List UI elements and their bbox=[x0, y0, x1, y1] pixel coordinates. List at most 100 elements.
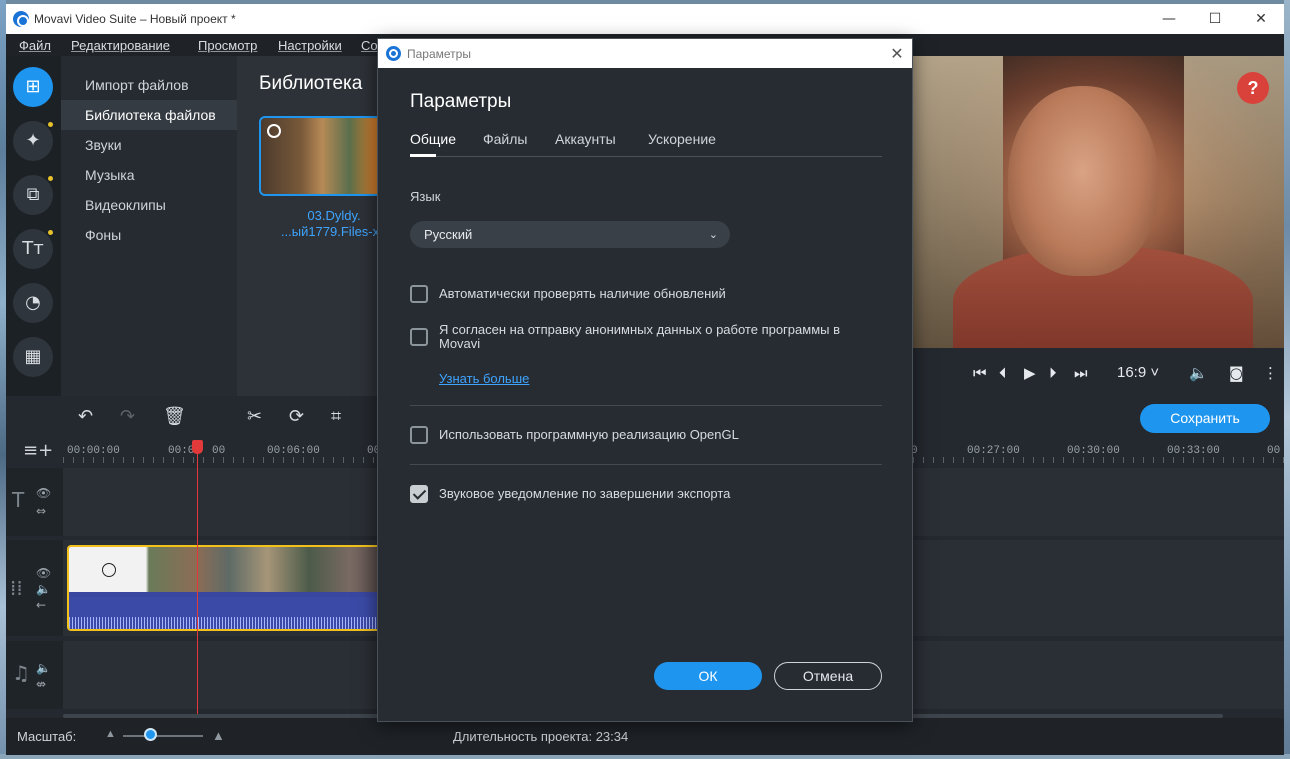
maximize-button[interactable]: ☐ bbox=[1192, 4, 1238, 34]
sidebar-item-backgrounds[interactable]: Фоны bbox=[61, 220, 237, 250]
rotate-icon[interactable]: ⟳ bbox=[289, 406, 304, 427]
export-sound-checkbox[interactable] bbox=[410, 485, 428, 503]
next-frame-icon[interactable]: ⏵ bbox=[1049, 364, 1057, 382]
sidebar-item-sounds[interactable]: Звуки bbox=[61, 130, 237, 160]
file-thumbnail[interactable] bbox=[259, 116, 377, 196]
aspect-ratio-select[interactable]: 16:9 ˅ bbox=[1117, 364, 1159, 381]
library-title: Библиотека bbox=[259, 73, 363, 94]
language-select[interactable]: Русский ⌄ bbox=[410, 221, 730, 248]
stickers-icon[interactable]: ◔ bbox=[13, 283, 53, 323]
visibility-icon[interactable]: 👁 bbox=[36, 566, 51, 580]
close-button[interactable]: ✕ bbox=[1238, 4, 1284, 34]
undo-icon[interactable]: ↶ bbox=[78, 406, 93, 427]
magic-wand-icon[interactable]: ✦ bbox=[13, 121, 53, 161]
sidebar-item-music[interactable]: Музыка bbox=[61, 160, 237, 190]
frame-subject bbox=[1008, 86, 1158, 276]
menu-edit[interactable]: Редактирование bbox=[71, 38, 170, 53]
import-sidebar: Импорт файлов Библиотека файлов Звуки Му… bbox=[61, 56, 237, 396]
tab-general[interactable]: Общие bbox=[410, 131, 456, 147]
volume-icon[interactable]: 🔈 bbox=[1189, 364, 1208, 382]
menu-more[interactable]: Со bbox=[361, 38, 378, 53]
sidebar-item-library[interactable]: Библиотека файлов bbox=[61, 100, 237, 130]
video-frame bbox=[913, 56, 1284, 356]
ruler-tick: 00:30:00 bbox=[1067, 445, 1120, 457]
crop-icon[interactable]: ⌗ bbox=[331, 406, 341, 427]
zoom-in-icon[interactable]: ▲ bbox=[212, 728, 225, 743]
window-title: Movavi Video Suite – Новый проект * bbox=[34, 12, 236, 26]
video-track-header: ⁞⁞ 👁 🔈 ← bbox=[6, 540, 63, 636]
cut-icon[interactable]: ✂ bbox=[247, 406, 262, 427]
play-icon[interactable]: ▶ bbox=[1024, 364, 1036, 382]
opengl-checkbox[interactable] bbox=[410, 426, 428, 444]
tab-files[interactable]: Файлы bbox=[483, 131, 527, 147]
clip-marker bbox=[102, 563, 116, 577]
delete-icon[interactable]: 🗑 bbox=[163, 406, 186, 427]
arrow-left-icon[interactable]: ← bbox=[36, 598, 46, 612]
sidebar-item-import[interactable]: Импорт файлов bbox=[61, 70, 237, 100]
file-name-line2: ...ый1779.Files-x.r bbox=[280, 224, 377, 239]
import-icon[interactable]: ⊞ bbox=[13, 67, 53, 107]
more-tools-icon[interactable]: ▦ bbox=[13, 337, 53, 377]
auto-update-checkbox[interactable] bbox=[410, 285, 428, 303]
movavi-logo-icon bbox=[386, 46, 401, 61]
select-radio[interactable] bbox=[267, 124, 281, 138]
zoom-slider[interactable] bbox=[123, 735, 203, 737]
titles-icon[interactable]: Tт bbox=[13, 229, 53, 269]
opengl-label[interactable]: Использовать программную реализацию Open… bbox=[439, 428, 884, 442]
title-bar: Movavi Video Suite – Новый проект * — ☐ … bbox=[6, 4, 1284, 34]
anonymous-data-label[interactable]: Я согласен на отправку анонимных данных … bbox=[439, 323, 884, 351]
file-name-line1: 03.Dyldy. bbox=[307, 208, 361, 223]
prev-frame-icon[interactable]: ⏴ bbox=[999, 364, 1007, 382]
language-value: Русский bbox=[424, 227, 473, 242]
title-track-icon: T bbox=[12, 488, 25, 512]
menu-settings[interactable]: Настройки bbox=[278, 38, 342, 53]
transitions-icon[interactable]: ⧉ bbox=[13, 175, 53, 215]
tab-acceleration[interactable]: Ускорение bbox=[648, 131, 716, 147]
video-clip[interactable] bbox=[67, 545, 387, 631]
auto-update-label[interactable]: Автоматически проверять наличие обновлен… bbox=[439, 287, 884, 301]
new-badge-dot bbox=[48, 122, 53, 127]
export-sound-label[interactable]: Звуковое уведомление по завершении экспо… bbox=[439, 487, 884, 501]
playhead[interactable] bbox=[197, 446, 198, 718]
zoom-label: Масштаб: bbox=[17, 729, 77, 744]
save-button[interactable]: Сохранить bbox=[1140, 404, 1270, 433]
anonymous-data-checkbox[interactable] bbox=[410, 328, 428, 346]
skip-end-icon[interactable]: ⏭ bbox=[1074, 364, 1088, 382]
help-button[interactable]: ? bbox=[1237, 72, 1269, 104]
ruler-tick: 00:27:00 bbox=[967, 445, 1020, 457]
tab-accounts[interactable]: Аккаунты bbox=[555, 131, 616, 147]
clip-audio-waveform bbox=[69, 597, 385, 629]
menu-file[interactable]: Файл bbox=[19, 38, 51, 53]
volume-icon[interactable]: 🔈 bbox=[36, 661, 51, 675]
visibility-icon[interactable]: 👁 bbox=[36, 486, 51, 500]
add-track-icon[interactable]: ≡+ bbox=[23, 440, 53, 461]
library-panel: Библиотека 03.Dyldy. ...ый1779.Files-x.r bbox=[237, 56, 377, 396]
zoom-slider-handle[interactable] bbox=[144, 728, 157, 741]
skip-start-icon[interactable]: ⏮ bbox=[973, 364, 987, 382]
movavi-logo-icon bbox=[13, 11, 29, 27]
dialog-close-icon[interactable]: ✕ bbox=[886, 43, 908, 65]
project-duration: Длительность проекта: 23:34 bbox=[453, 729, 628, 744]
duration-label: Длительность проекта: bbox=[453, 729, 593, 744]
redo-icon[interactable]: ↷ bbox=[120, 406, 135, 427]
new-badge-dot bbox=[48, 230, 53, 235]
more-options-icon[interactable]: ⋮ bbox=[1263, 364, 1278, 382]
ruler-tick: 00 bbox=[1267, 445, 1281, 457]
snapshot-icon[interactable]: ◙ bbox=[1229, 364, 1244, 382]
unlink-icon[interactable]: ⇎ bbox=[36, 677, 46, 691]
settings-dialog: Параметры ✕ Параметры Общие Файлы Аккаун… bbox=[377, 38, 913, 722]
clip-frames bbox=[69, 547, 385, 592]
zoom-out-icon[interactable]: ▲ bbox=[105, 728, 116, 740]
link-icon[interactable]: ⇔ bbox=[36, 504, 46, 518]
title-track-header: T 👁 ⇔ bbox=[6, 468, 63, 536]
menu-view[interactable]: Просмотр bbox=[198, 38, 257, 53]
sidebar-item-videoclips[interactable]: Видеоклипы bbox=[61, 190, 237, 220]
dialog-title-bar: Параметры ✕ bbox=[378, 39, 912, 68]
volume-icon[interactable]: 🔈 bbox=[36, 582, 51, 596]
learn-more-link[interactable]: Узнать больше bbox=[439, 371, 529, 386]
cancel-button[interactable]: Отмена bbox=[774, 662, 882, 690]
ruler-tick: 00 bbox=[212, 445, 226, 457]
video-track-icon: ⁞⁞ bbox=[10, 576, 23, 600]
minimize-button[interactable]: — bbox=[1146, 4, 1192, 34]
ok-button[interactable]: ОК bbox=[654, 662, 762, 690]
